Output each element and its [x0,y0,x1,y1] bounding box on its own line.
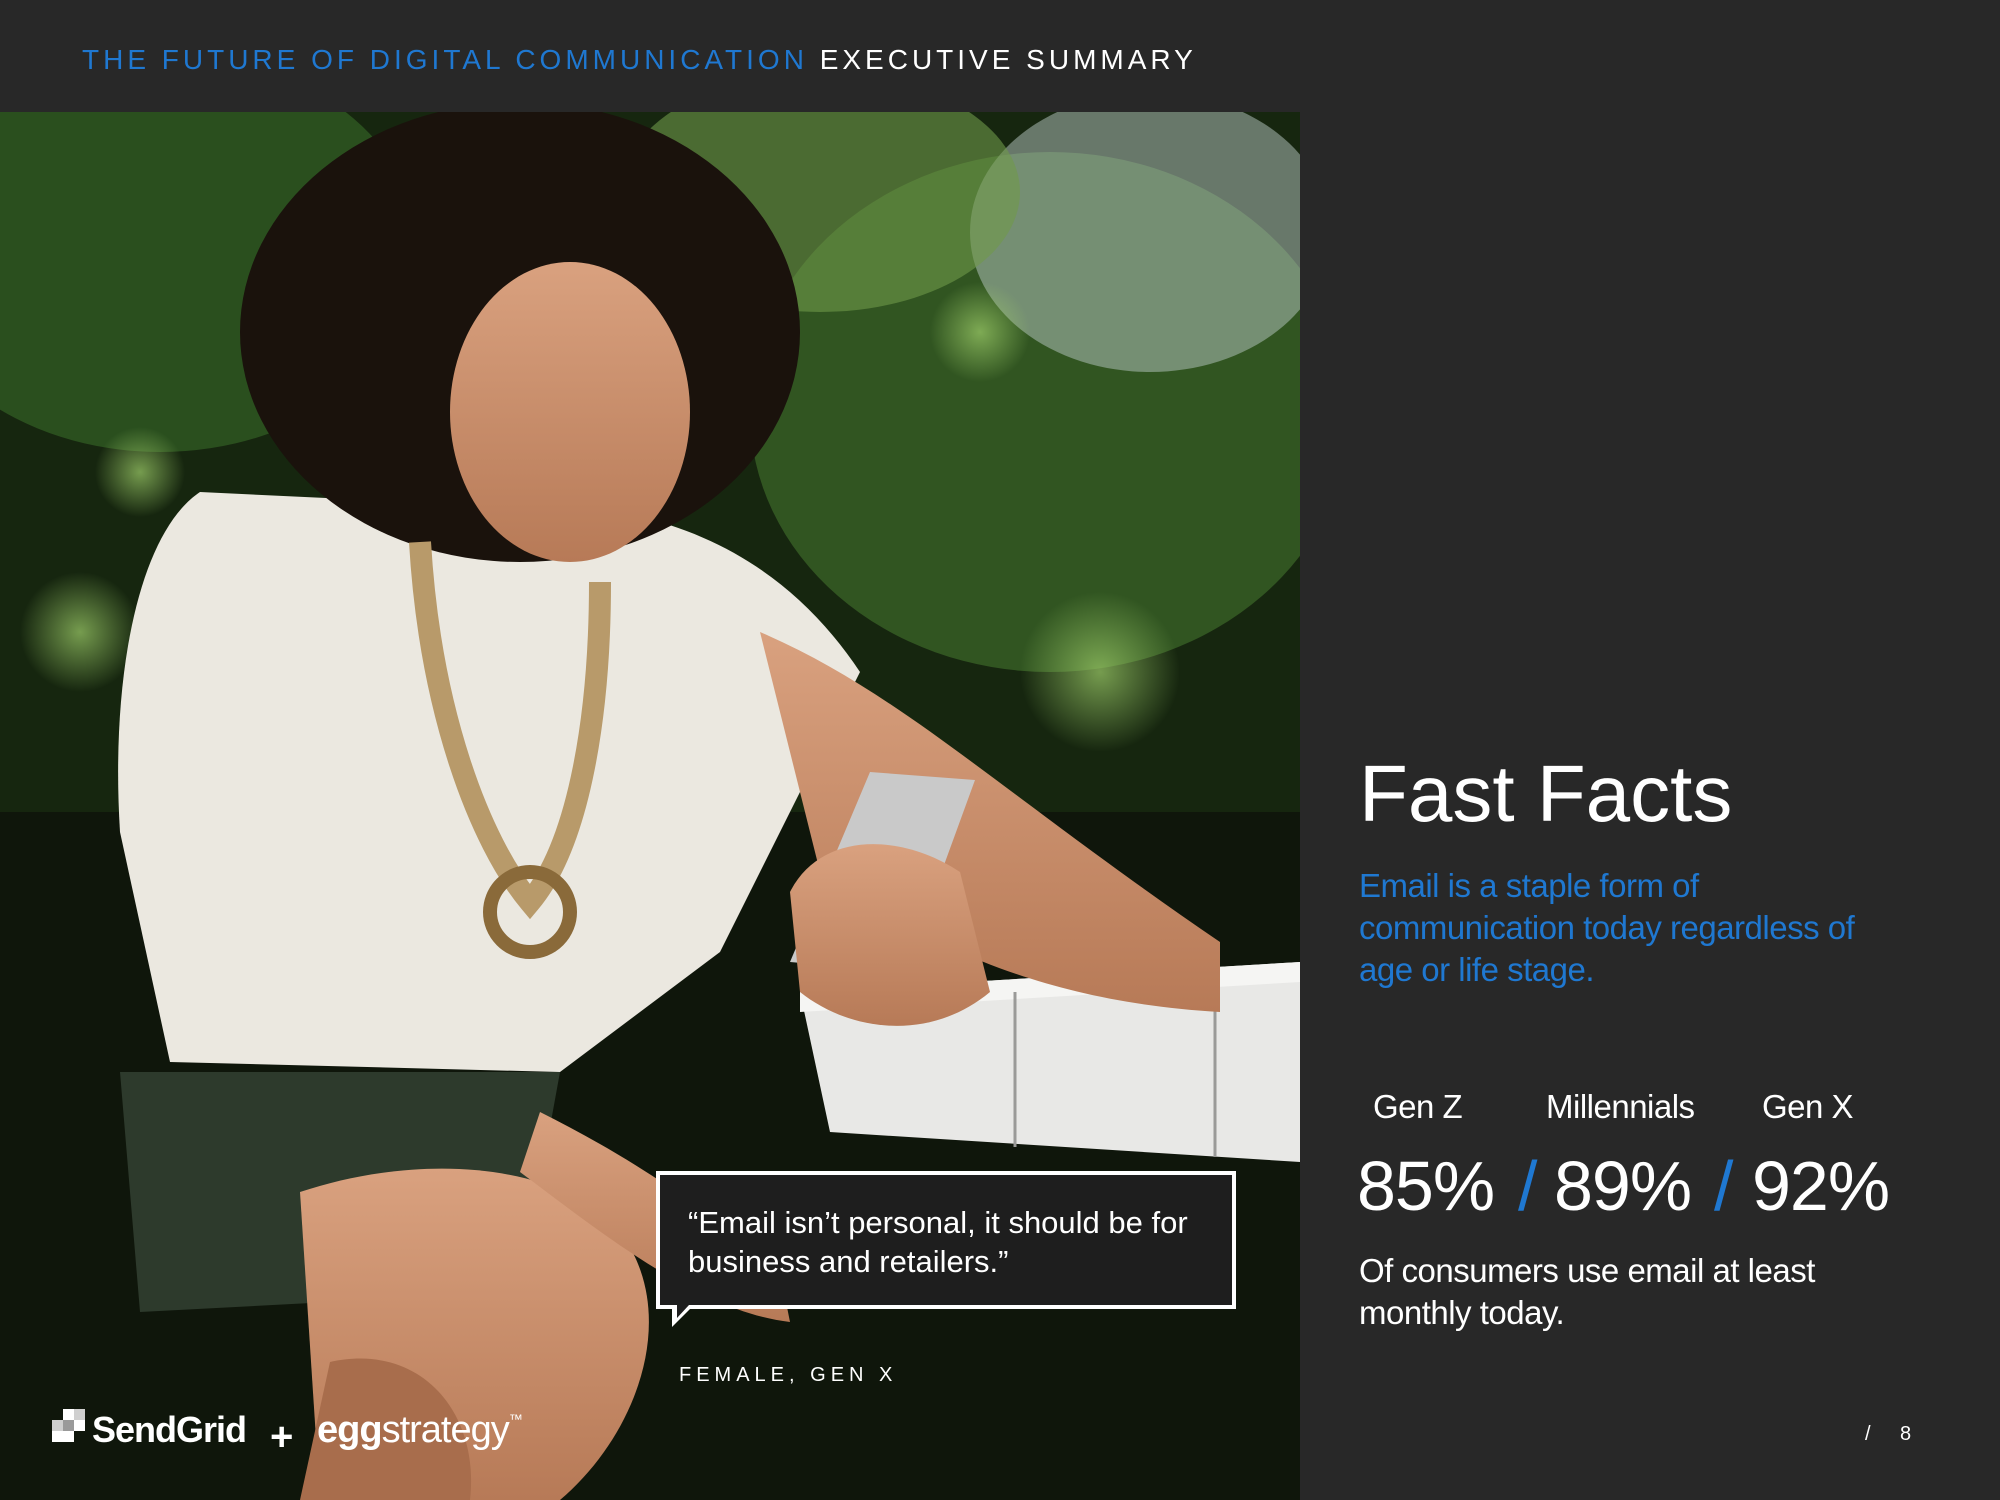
quote-attribution: FEMALE, GEN X [679,1364,898,1386]
page-header: THE FUTURE OF DIGITAL COMMUNICATION EXEC… [0,0,2000,112]
sendgrid-logo-text: SendGrid [92,1409,247,1450]
header-title: THE FUTURE OF DIGITAL COMMUNICATION EXEC… [82,44,1197,76]
quote-text: “Email isn’t personal, it should be for … [688,1205,1188,1279]
fast-facts-subtitle: Email is a staple form of communication … [1359,867,1855,988]
gen-x-label: Gen X [1762,1088,1854,1125]
eggstrategy-logo-rest: strategy [381,1409,510,1451]
fast-facts-title: Fast Facts [1359,749,1733,838]
partner-logos: SendGrid + eggstrategy™ [52,1405,572,1465]
gen-z-percent: 85% [1357,1147,1495,1225]
sendgrid-logo-icon [52,1409,85,1442]
gen-z-label: Gen Z [1373,1088,1463,1125]
page-number-separator: / [1865,1423,1871,1445]
stat-separator-2: / [1714,1147,1734,1225]
header-title-accent: THE FUTURE OF DIGITAL COMMUNICATION [82,44,808,75]
fast-facts-description: Of consumers use email at least monthly … [1359,1252,1815,1331]
eggstrategy-logo-bold: egg [317,1409,383,1451]
gen-x-percent: 92% [1752,1147,1890,1225]
page-number: 8 [1900,1423,1912,1445]
quote-pointer-inner [677,1305,689,1318]
quote-callout: “Email isn’t personal, it should be for … [656,1171,1236,1309]
millennials-label: Millennials [1546,1088,1695,1125]
logo-plus: + [270,1415,294,1459]
header-title-plain: EXECUTIVE SUMMARY [819,44,1197,75]
millennials-percent: 89% [1554,1147,1692,1225]
trademark-mark: ™ [508,1411,523,1427]
stat-separator-1: / [1518,1147,1538,1225]
eggstrategy-logo-text: eggstrategy™ [317,1409,523,1452]
